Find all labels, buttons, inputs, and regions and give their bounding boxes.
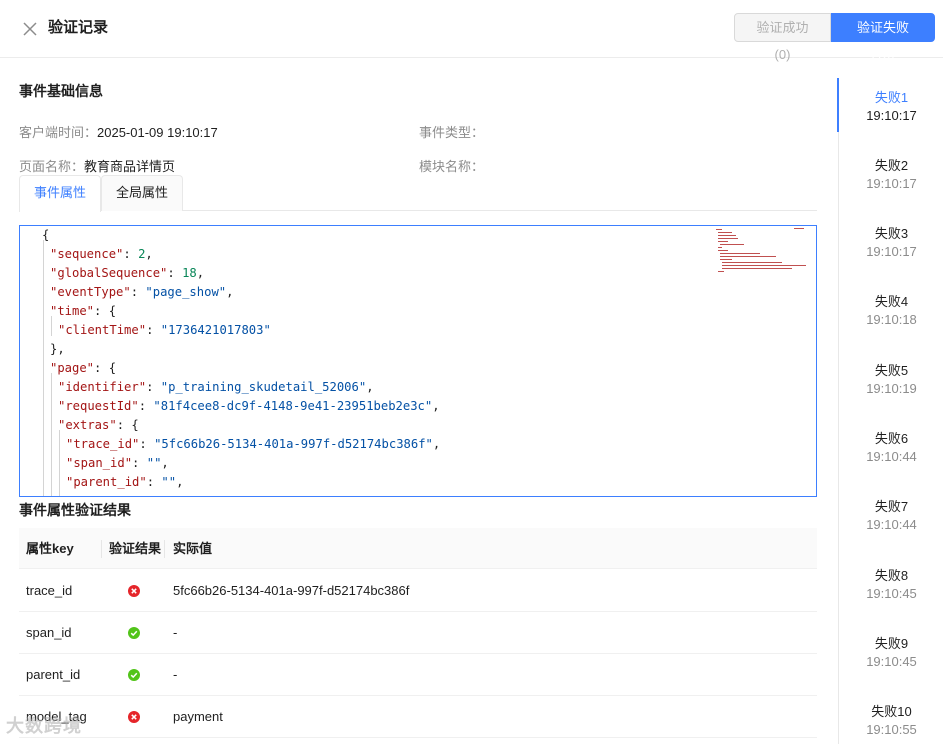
- failure-item-7[interactable]: 失败7 19:10:44: [839, 487, 943, 543]
- row-value: payment: [173, 709, 223, 724]
- failure-item-4[interactable]: 失败4 19:10:18: [839, 282, 943, 338]
- success-button[interactable]: 验证成功(0): [734, 13, 831, 62]
- pass-icon: [128, 627, 140, 639]
- code-line: "trace_id": "5fc66b26-5134-401a-997f-d52…: [66, 437, 441, 451]
- failure-item-time: 19:10:17: [866, 176, 917, 191]
- code-minimap[interactable]: [714, 228, 806, 274]
- code-line: "extras": {: [58, 418, 139, 432]
- column-header-value: 实际值: [173, 541, 213, 556]
- failure-item-label: 失败3: [874, 226, 909, 241]
- failure-item-label: 失败10: [871, 704, 912, 719]
- watermark: 大数跨境: [6, 716, 82, 736]
- code-line: "span_id": "",: [66, 456, 169, 470]
- main-content: 事件基础信息 客户端时间：2025-01-09 19:10:17 事件类型： 页…: [19, 58, 817, 744]
- row-value: 5fc66b26-5134-401a-997f-d52174bc386f: [173, 583, 410, 598]
- fail-icon: [128, 585, 140, 597]
- table-row: model_tag payment: [19, 696, 817, 738]
- failure-item-2[interactable]: 失败2 19:10:17: [839, 146, 943, 202]
- indent-guide: [51, 373, 52, 496]
- row-value: -: [173, 625, 178, 640]
- failure-item-label: 失败1: [874, 90, 909, 105]
- indent-guide: [59, 430, 60, 496]
- failure-item-8[interactable]: 失败8 19:10:45: [839, 556, 943, 612]
- code-line: {: [42, 228, 50, 242]
- info-row-2: 页面名称：教育商品详情页 模块名称：: [19, 156, 817, 175]
- code-line: "eventType": "page_show",: [50, 285, 234, 299]
- row-key: span_id: [26, 625, 72, 640]
- code-line: "page": {: [50, 361, 117, 375]
- failure-item-time: 19:10:19: [866, 381, 917, 396]
- failure-item-time: 19:10:55: [866, 722, 917, 737]
- failure-item-label: 失败8: [874, 568, 909, 583]
- failure-item-1[interactable]: 失败1 19:10:17: [837, 78, 943, 134]
- fail-button[interactable]: 验证失败(18): [831, 13, 935, 62]
- code-line: "parent_id": "",: [66, 475, 184, 489]
- module-name-label: 模块名称：: [419, 159, 485, 174]
- failure-item-5[interactable]: 失败5 19:10:19: [839, 351, 943, 407]
- json-code-viewer[interactable]: { "sequence": 2, "globalSequence": 18, "…: [19, 225, 817, 497]
- failure-item-label: 失败2: [874, 158, 909, 173]
- code-line: "identifier": "p_training_skudetail_5200…: [58, 380, 374, 394]
- failure-item-label: 失败6: [874, 431, 909, 446]
- failure-item-label: 失败7: [874, 499, 909, 514]
- tab-event-properties[interactable]: 事件属性: [19, 175, 101, 212]
- table-row: parent_id -: [19, 654, 817, 696]
- failure-item-time: 19:10:44: [866, 517, 917, 532]
- page-title: 验证记录: [48, 19, 109, 36]
- failure-item-3[interactable]: 失败3 19:10:17: [839, 214, 943, 270]
- property-tabs: 事件属性 全局属性: [19, 175, 817, 212]
- code-line: "clientTime": "1736421017803": [58, 323, 271, 337]
- row-key: parent_id: [26, 667, 81, 682]
- failure-item-time: 19:10:45: [866, 654, 917, 669]
- row-value: -: [173, 667, 178, 682]
- row-key: trace_id: [26, 583, 73, 598]
- pass-icon: [128, 669, 140, 681]
- failure-item-time: 19:10:44: [866, 449, 917, 464]
- header: 验证记录 验证成功(0) 验证失败(18): [0, 0, 943, 62]
- code-line: "globalSequence": 18,: [50, 266, 205, 280]
- page-name-value: 教育商品详情页: [84, 159, 176, 174]
- failure-item-time: 19:10:45: [866, 586, 917, 601]
- client-time-value: 2025-01-09 19:10:17: [97, 125, 218, 140]
- fail-icon: [128, 711, 140, 723]
- failure-item-6[interactable]: 失败6 19:10:44: [839, 419, 943, 475]
- failure-item-time: 19:10:18: [866, 312, 917, 327]
- failure-item-time: 19:10:17: [866, 244, 917, 259]
- basic-info-title: 事件基础信息: [19, 83, 103, 99]
- code-line: "sequence": 2,: [50, 247, 153, 261]
- failure-list-sidebar: 失败1 19:10:17 失败2 19:10:17 失败3 19:10:17 失…: [837, 78, 943, 744]
- table-row: span_id -: [19, 612, 817, 654]
- table-row: trace_id 5fc66b26-5134-401a-997f-d52174b…: [19, 570, 817, 612]
- validation-result-title: 事件属性验证结果: [19, 502, 131, 518]
- table-header: 属性key 验证结果 实际值: [19, 528, 817, 569]
- failure-item-9[interactable]: 失败9 19:10:45: [839, 624, 943, 680]
- failure-item-label: 失败5: [874, 363, 909, 378]
- failure-item-time: 19:10:17: [866, 108, 917, 123]
- code-line: },: [50, 342, 65, 356]
- result-toggle-group: 验证成功(0) 验证失败(18): [734, 13, 935, 62]
- tab-global-properties[interactable]: 全局属性: [101, 175, 183, 211]
- code-line: "time": {: [50, 304, 117, 318]
- info-row-1: 客户端时间：2025-01-09 19:10:17 事件类型：: [19, 122, 817, 141]
- code-line: "requestId": "81f4cee8-dc9f-4148-9e41-23…: [58, 399, 440, 413]
- indent-guide: [43, 240, 44, 496]
- failure-item-label: 失败9: [874, 636, 909, 651]
- failure-item-label: 失败4: [874, 294, 909, 309]
- close-icon[interactable]: [20, 19, 40, 39]
- column-header-key: 属性key: [26, 541, 74, 556]
- failure-item-10[interactable]: 失败10 19:10:55: [839, 692, 943, 744]
- page-name-label: 页面名称：: [19, 159, 85, 174]
- column-header-result: 验证结果: [109, 541, 162, 556]
- client-time-label: 客户端时间：: [19, 125, 98, 140]
- event-type-label: 事件类型：: [419, 125, 485, 140]
